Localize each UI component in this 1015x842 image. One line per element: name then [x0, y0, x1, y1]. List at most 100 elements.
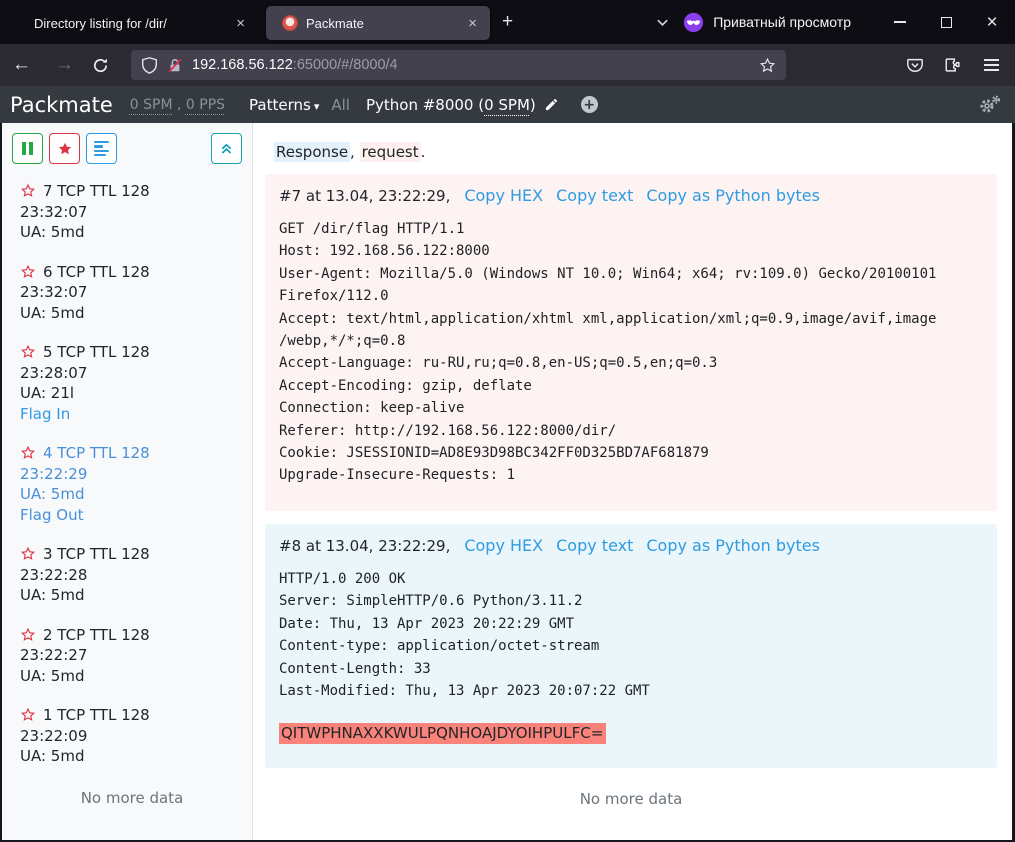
flag-out-link[interactable]: Flag Out: [20, 505, 244, 526]
copy-hex-link[interactable]: Copy HEX: [464, 186, 543, 205]
tab-strip: Directory listing for /dir/ × Packmate ×…: [0, 0, 1015, 44]
copy-python-bytes-link[interactable]: Copy as Python bytes: [646, 186, 820, 205]
stream-title: 5 TCP TTL 128: [43, 342, 150, 363]
app-content: 7 TCP TTL 128 23:32:07 UA: 5md 6 TCP TTL…: [0, 123, 1015, 842]
pps-counter[interactable]: 0 PPS: [186, 97, 225, 113]
packet-header: #7 at 13.04, 23:22:29, Copy HEX Copy tex…: [279, 186, 983, 205]
traffic-stats: 0 SPM , 0 PPS: [130, 97, 225, 113]
close-window-button[interactable]: ×: [969, 0, 1015, 44]
star-outline-icon[interactable]: [20, 344, 36, 360]
tab-list-chevron-icon[interactable]: [642, 16, 683, 29]
star-outline-icon[interactable]: [20, 707, 36, 723]
patterns-label: Patterns: [249, 96, 311, 114]
filter-all-link[interactable]: All: [331, 96, 350, 114]
stream-title: 7 TCP TTL 128: [43, 181, 150, 202]
insecure-lock-icon[interactable]: [167, 57, 183, 74]
tab-packmate[interactable]: Packmate ×: [266, 6, 490, 40]
url-bar[interactable]: 192.168.56.122:65000/#/8000/4: [131, 50, 786, 80]
stream-item-7[interactable]: 7 TCP TTL 128 23:32:07 UA: 5md: [20, 181, 244, 243]
tab-title: Packmate: [306, 16, 457, 31]
packet-card-8-response: #8 at 13.04, 23:22:29, Copy HEX Copy tex…: [265, 524, 997, 768]
stream-title: 2 TCP TTL 128: [43, 625, 150, 646]
browser-toolbar: ← → 192.168.56.122:65000/#/8000/4: [0, 44, 1015, 86]
maximize-button[interactable]: [923, 0, 969, 44]
service-python-8000[interactable]: Python #8000 (0 SPM): [366, 96, 536, 114]
packet-body: GET /dir/flag HTTP/1.1 Host: 192.168.56.…: [279, 218, 983, 487]
sidebar-no-more-data: No more data: [20, 786, 244, 821]
filter-response-toggle[interactable]: Response: [274, 142, 350, 162]
stream-list: 7 TCP TTL 128 23:32:07 UA: 5md 6 TCP TTL…: [12, 164, 252, 840]
settings-gears-icon[interactable]: [978, 95, 1001, 114]
collapse-button[interactable]: [211, 133, 242, 164]
packets-panel: Response, request. #7 at 13.04, 23:22:29…: [253, 123, 1012, 840]
flag-match-highlight: QITWPHNAXXKWULPQNHOAJDYOIHPULFC=: [279, 723, 606, 744]
forward-button[interactable]: →: [43, 54, 86, 76]
close-icon: ×: [986, 13, 997, 32]
stream-ua: UA: 5md: [20, 484, 244, 505]
copy-text-link[interactable]: Copy text: [556, 186, 633, 205]
stream-title: 4 TCP TTL 128: [43, 443, 150, 464]
stream-ua: UA: 5md: [20, 585, 244, 606]
stream-item-5[interactable]: 5 TCP TTL 128 23:28:07 UA: 21l Flag In: [20, 342, 244, 424]
window-controls: ×: [877, 0, 1015, 44]
packmate-favicon: [282, 15, 298, 31]
tab-directory-listing[interactable]: Directory listing for /dir/ ×: [18, 6, 258, 40]
copy-text-link[interactable]: Copy text: [556, 536, 633, 555]
close-icon[interactable]: ×: [465, 15, 480, 32]
url-host: 192.168.56.122: [192, 57, 293, 73]
menu-hamburger-icon[interactable]: [975, 50, 1007, 80]
stream-ua: UA: 5md: [20, 222, 244, 243]
main-no-more-data: No more data: [265, 790, 997, 808]
pause-button[interactable]: [12, 133, 43, 164]
copy-hex-link[interactable]: Copy HEX: [464, 536, 543, 555]
private-browsing-badge: Приватный просмотр: [683, 12, 851, 33]
back-button[interactable]: ←: [0, 54, 43, 76]
stream-item-4-selected[interactable]: 4 TCP TTL 128 23:22:29 UA: 5md Flag Out: [20, 443, 244, 525]
brand-packmate[interactable]: Packmate: [10, 93, 113, 117]
bookmark-star-icon[interactable]: [759, 57, 776, 74]
minimize-button[interactable]: [877, 0, 923, 44]
add-service-button[interactable]: +: [581, 96, 598, 113]
service-suffix: ): [530, 96, 536, 114]
favorites-filter-button[interactable]: [49, 133, 80, 164]
stream-time: 23:28:07: [20, 363, 244, 384]
stream-item-6[interactable]: 6 TCP TTL 128 23:32:07 UA: 5md: [20, 262, 244, 324]
packet-type-filters: Response, request.: [274, 143, 997, 161]
stream-ua: UA: 21l: [20, 383, 244, 404]
pocket-icon[interactable]: [899, 50, 931, 80]
edit-service-pencil-icon[interactable]: [544, 97, 559, 112]
stream-item-3[interactable]: 3 TCP TTL 128 23:22:28 UA: 5md: [20, 544, 244, 606]
stats-separator: ,: [173, 97, 186, 113]
stream-time: 23:22:27: [20, 645, 244, 666]
stream-ua: UA: 5md: [20, 746, 244, 767]
new-tab-button[interactable]: +: [490, 11, 525, 33]
minimize-icon: [894, 21, 906, 23]
close-icon[interactable]: ×: [233, 15, 248, 32]
align-left-icon: [94, 141, 109, 157]
url-text[interactable]: 192.168.56.122:65000/#/8000/4: [192, 57, 751, 73]
browser-window: Directory listing for /dir/ × Packmate ×…: [0, 0, 1015, 842]
packet-id: #7 at 13.04, 23:22:29,: [279, 187, 450, 205]
stream-time: 23:32:07: [20, 282, 244, 303]
filter-period: .: [421, 143, 426, 161]
stream-item-1[interactable]: 1 TCP TTL 128 23:22:09 UA: 5md: [20, 705, 244, 767]
filter-request-toggle[interactable]: request: [360, 142, 421, 162]
packmate-navbar: Packmate 0 SPM , 0 PPS Patterns▾ All Pyt…: [0, 86, 1015, 123]
spm-counter[interactable]: 0 SPM: [130, 97, 173, 113]
copy-python-bytes-link[interactable]: Copy as Python bytes: [646, 536, 820, 555]
star-outline-icon[interactable]: [20, 627, 36, 643]
packet-id: #8 at 13.04, 23:22:29,: [279, 537, 450, 555]
list-view-button[interactable]: [86, 133, 117, 164]
packet-header: #8 at 13.04, 23:22:29, Copy HEX Copy tex…: [279, 536, 983, 555]
patterns-dropdown[interactable]: Patterns▾: [249, 96, 319, 114]
star-outline-icon[interactable]: [20, 183, 36, 199]
flag-in-link[interactable]: Flag In: [20, 404, 244, 425]
star-outline-icon[interactable]: [20, 546, 36, 562]
reload-button[interactable]: [92, 57, 109, 74]
stream-time: 23:22:09: [20, 726, 244, 747]
tracking-shield-icon[interactable]: [141, 56, 158, 74]
stream-item-2[interactable]: 2 TCP TTL 128 23:22:27 UA: 5md: [20, 625, 244, 687]
star-outline-icon[interactable]: [20, 445, 36, 461]
star-outline-icon[interactable]: [20, 264, 36, 280]
extensions-puzzle-icon[interactable]: [937, 50, 969, 80]
